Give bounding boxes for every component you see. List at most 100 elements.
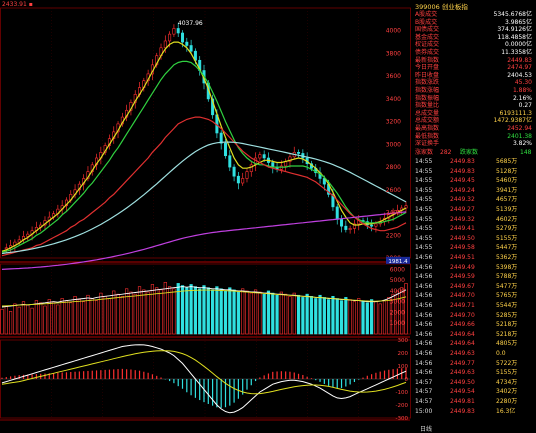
volume-bar	[198, 288, 202, 335]
volume-bar	[168, 286, 172, 335]
candle-body	[223, 142, 227, 157]
index-code: 399006	[415, 3, 440, 11]
stat-value: 1.88%	[512, 87, 532, 94]
tick-cell: 14:56	[415, 273, 433, 281]
price-tick-label: 3800	[386, 50, 401, 57]
volume-tick-label: 1000	[390, 320, 405, 327]
tick-cell: 14:55	[415, 215, 433, 223]
tick-cell: 2280万	[496, 398, 518, 405]
volume-bar	[245, 290, 249, 335]
volume-bar	[249, 292, 253, 335]
macd-indicator	[0, 344, 410, 414]
stat-label: 最新指数	[415, 56, 440, 64]
stat-label: 今日开盘	[415, 64, 440, 72]
stat-label: 债券成交	[415, 49, 440, 56]
volume-bar	[374, 301, 378, 335]
low-price-label: 1981.4	[388, 259, 408, 265]
volume-bar	[284, 293, 288, 335]
volume-tick-label: 6000	[390, 266, 405, 273]
candle-body	[228, 155, 232, 168]
volume-bar	[47, 299, 51, 335]
volume-bar	[210, 289, 215, 335]
volume-bar	[271, 292, 275, 335]
top-left-label: 2433.91 ▪	[2, 1, 33, 8]
tick-cell: 2449.63	[450, 369, 475, 377]
stat-label: 昨日收盘	[415, 71, 440, 79]
tick-cell: 2449.59	[450, 273, 475, 281]
tick-cell: 14:56	[415, 263, 433, 271]
volume-bar	[150, 284, 155, 335]
tick-cell: 4657万	[496, 196, 518, 204]
volume-tick-label: 4000	[390, 288, 405, 295]
volume-bar	[322, 297, 326, 335]
tick-cell: 5788万	[496, 273, 518, 281]
candle-body	[374, 223, 378, 227]
volume-bar	[314, 298, 318, 335]
candle-body	[189, 45, 193, 52]
tick-cell: 2449.32	[450, 196, 475, 204]
tick-cell: 5460万	[496, 177, 518, 185]
volume-bar	[309, 296, 314, 335]
candle-body	[26, 233, 30, 237]
volume-bar	[365, 302, 369, 335]
volume-bar	[382, 300, 387, 335]
volume-bar	[296, 294, 301, 335]
breadth-label: 跌家数	[460, 149, 479, 156]
tick-cell: 14:56	[415, 302, 433, 309]
volume-bar	[4, 305, 8, 335]
tick-cell: 5447万	[496, 244, 518, 252]
price-tick-label: 3000	[386, 141, 401, 148]
stat-label: B股成交	[415, 18, 438, 26]
macd-tick-label: -100	[396, 390, 409, 396]
breadth-label: 涨家数	[415, 149, 434, 156]
volume-bar	[288, 296, 292, 335]
stat-value: 2474.97	[507, 64, 532, 72]
ma-line	[1, 116, 407, 257]
stat-label: 总成交量	[415, 109, 440, 117]
stat-value: 374.9126亿	[497, 26, 532, 34]
tick-cell: 3402万	[496, 388, 518, 396]
tick-cell: 5362万	[496, 254, 518, 261]
volume-bar	[185, 287, 189, 335]
stat-label: 指数涨跌	[415, 79, 440, 87]
stat-value: 11.3358亿	[501, 49, 532, 56]
tick-cell: 4602万	[496, 215, 518, 223]
tick-cell: 2449.81	[450, 398, 475, 405]
candle-body	[404, 205, 408, 209]
tick-cell: 2449.50	[450, 378, 475, 386]
tick-cell: 2449.71	[450, 302, 475, 309]
tick-cell: 2449.41	[450, 225, 475, 233]
volume-bar	[137, 286, 142, 335]
volume-bar	[193, 286, 198, 335]
candle-body	[297, 152, 301, 154]
macd-tick-label: 100	[398, 364, 409, 370]
stat-label: 指数涨幅	[415, 87, 440, 94]
volume-tick-label: 3000	[390, 299, 405, 306]
stat-label: A股成交	[415, 11, 438, 18]
tick-cell: 14:56	[415, 321, 433, 329]
volume-bar	[17, 306, 21, 335]
stat-label: 最低指数	[415, 132, 440, 140]
tick-cell: 2449.67	[450, 282, 475, 290]
stat-label: 最高指数	[415, 125, 440, 132]
tick-cell: 2449.50	[450, 234, 475, 242]
candle-body	[335, 206, 339, 220]
volume-bar	[0, 308, 4, 335]
stat-value: 2401.38	[507, 132, 532, 140]
volume-bar	[305, 293, 309, 335]
volume-bar	[163, 282, 167, 335]
candle-body	[348, 228, 352, 230]
volume-bar	[318, 294, 322, 335]
tick-cell: 14:56	[415, 282, 433, 290]
candle-body	[262, 154, 266, 159]
volume-bar	[241, 288, 245, 335]
candle-body	[241, 178, 245, 184]
volume-tick-label: 2000	[390, 309, 405, 316]
macd-tick-label: 0	[405, 377, 409, 383]
volume-bar	[64, 300, 69, 335]
tick-cell: 2449.63	[450, 350, 475, 357]
volume-bar	[206, 287, 210, 335]
volume-bar	[142, 289, 146, 335]
volume-bar	[262, 293, 266, 335]
candle-body	[4, 247, 8, 250]
